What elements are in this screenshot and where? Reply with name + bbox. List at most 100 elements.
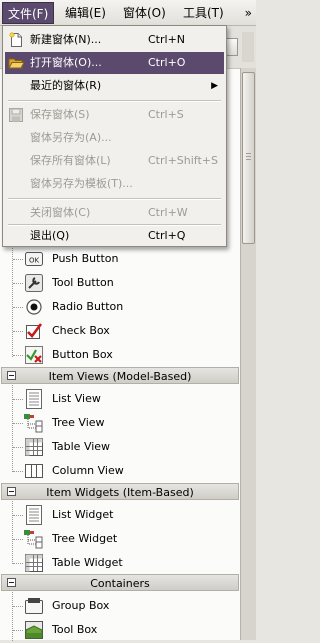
- menu-item-shortcut: Ctrl+O: [148, 56, 186, 69]
- widget-item-label: Group Box: [52, 599, 110, 612]
- menu-item-label: 退出(Q): [30, 229, 70, 242]
- widget-item-label: Button Box: [52, 348, 113, 361]
- tree-line: [13, 283, 23, 284]
- check-box-icon: [24, 321, 44, 341]
- menu-separator: [8, 198, 221, 200]
- widget-item-check-box[interactable]: Check Box: [24, 320, 224, 342]
- category-header-item-views[interactable]: Item Views (Model-Based): [1, 367, 239, 384]
- tree-line: [13, 307, 23, 308]
- widget-item-label: List View: [52, 392, 101, 405]
- column-view-icon: [24, 461, 44, 481]
- submenu-arrow-icon: ▶: [211, 81, 218, 91]
- button-box-icon: [24, 345, 44, 365]
- tree-line: [13, 471, 23, 472]
- category-header-containers[interactable]: Containers: [1, 574, 239, 591]
- widget-item-label: Check Box: [52, 324, 110, 337]
- tree-widget-icon: [24, 529, 44, 549]
- widget-item-label: Radio Button: [52, 300, 124, 313]
- tree-line: [13, 355, 23, 356]
- vertical-scrollbar[interactable]: [240, 68, 256, 640]
- tree-line: [13, 515, 23, 516]
- collapse-icon[interactable]: [7, 578, 16, 587]
- category-header-item-widgets[interactable]: Item Widgets (Item-Based): [1, 483, 239, 500]
- menu-item-shortcut: Ctrl+Shift+S: [148, 154, 218, 167]
- svg-text:OK: OK: [29, 257, 40, 265]
- tool-box-icon: [24, 620, 44, 640]
- widget-item-label: List Widget: [52, 508, 114, 521]
- menu-edit[interactable]: 编辑(E): [60, 2, 111, 24]
- tree-line: [13, 539, 23, 540]
- menu-item-shortcut: Ctrl+W: [148, 206, 188, 219]
- tree-line: [13, 423, 23, 424]
- collapse-icon[interactable]: [7, 371, 16, 380]
- widget-item-radio-button[interactable]: Radio Button: [24, 296, 224, 318]
- tree-line: [12, 592, 13, 641]
- menu-item-open-form[interactable]: 打开窗体(O)... Ctrl+O: [5, 52, 224, 74]
- menu-item-label: 保存所有窗体(L): [30, 154, 111, 167]
- widget-item-table-view[interactable]: Table View: [24, 436, 224, 458]
- widget-item-label: Tool Box: [52, 623, 98, 636]
- menu-item-label: 打开窗体(O)...: [30, 56, 102, 69]
- widget-item-button-box[interactable]: Button Box: [24, 344, 224, 366]
- tree-line: [12, 501, 13, 564]
- widget-item-label: Push Button: [52, 252, 119, 265]
- toolbar-scroll-area: [242, 32, 254, 62]
- save-icon: [8, 107, 24, 123]
- open-folder-icon: [8, 55, 25, 71]
- list-view-icon: [24, 389, 44, 409]
- menu-item-label: 窗体另存为(A)...: [30, 131, 112, 144]
- group-box-icon: [24, 596, 44, 616]
- widget-item-table-widget[interactable]: Table Widget: [24, 552, 224, 574]
- widget-item-label: Table View: [52, 440, 111, 453]
- table-widget-icon: [24, 553, 44, 573]
- list-widget-icon: [24, 505, 44, 525]
- menu-item-shortcut: Ctrl+Q: [148, 229, 186, 242]
- radio-button-icon: [24, 297, 44, 317]
- push-button-icon: OK: [24, 249, 44, 269]
- new-file-icon: [8, 32, 24, 48]
- tree-line: [13, 259, 23, 260]
- menu-item-label: 关闭窗体(C): [30, 206, 91, 219]
- widget-item-label: Column View: [52, 464, 124, 477]
- menu-overflow-button[interactable]: »: [245, 2, 252, 24]
- toolbar-combo-button[interactable]: [226, 38, 238, 56]
- menu-item-quit[interactable]: 退出(Q) Ctrl+Q: [5, 225, 224, 247]
- tree-line: [13, 563, 23, 564]
- widget-item-tool-button[interactable]: Tool Button: [24, 272, 224, 294]
- widget-item-group-box[interactable]: Group Box: [24, 595, 224, 617]
- tree-line: [12, 229, 13, 357]
- menu-item-new-form[interactable]: 新建窗体(N)... Ctrl+N: [5, 29, 224, 51]
- widget-item-push-button[interactable]: OK Push Button: [24, 248, 224, 270]
- category-title: Item Widgets (Item-Based): [46, 486, 194, 499]
- widget-item-tree-widget[interactable]: Tree Widget: [24, 528, 224, 550]
- widget-item-tree-view[interactable]: Tree View: [24, 412, 224, 434]
- widget-item-column-view[interactable]: Column View: [24, 460, 224, 482]
- collapse-icon[interactable]: [7, 487, 16, 496]
- menu-item-recent-forms[interactable]: 最近的窗体(R) ▶: [5, 75, 224, 97]
- menu-item-save-form[interactable]: 保存窗体(S) Ctrl+S: [5, 104, 224, 126]
- tool-button-icon: [24, 273, 44, 293]
- scrollbar-thumb[interactable]: [242, 72, 255, 244]
- widget-item-list-view[interactable]: List View: [24, 388, 224, 410]
- menu-tools[interactable]: 工具(T): [178, 2, 229, 24]
- menu-form[interactable]: 窗体(O): [118, 2, 171, 24]
- widget-item-list-widget[interactable]: List Widget: [24, 504, 224, 526]
- menu-item-label: 窗体另存为模板(T)...: [30, 177, 133, 190]
- tree-line: [13, 606, 23, 607]
- widget-item-label: Table Widget: [52, 556, 123, 569]
- menu-item-save-form-as[interactable]: 窗体另存为(A)...: [5, 127, 224, 149]
- menu-item-shortcut: Ctrl+N: [148, 33, 186, 46]
- menu-item-save-as-template[interactable]: 窗体另存为模板(T)...: [5, 173, 224, 195]
- tree-line: [13, 447, 23, 448]
- widget-item-tool-box[interactable]: Tool Box: [24, 619, 224, 641]
- menu-item-shortcut: Ctrl+S: [148, 108, 184, 121]
- widget-item-label: Tree View: [52, 416, 105, 429]
- menu-item-save-all-forms[interactable]: 保存所有窗体(L) Ctrl+Shift+S: [5, 150, 224, 172]
- menu-file[interactable]: 文件(F): [2, 2, 55, 24]
- tree-line: [13, 630, 23, 631]
- menu-item-close-form[interactable]: 关闭窗体(C) Ctrl+W: [5, 202, 224, 224]
- menu-bar: 文件(F) 编辑(E) 窗体(O) 工具(T) »: [0, 0, 256, 26]
- table-view-icon: [24, 437, 44, 457]
- menu-item-label: 保存窗体(S): [30, 108, 90, 121]
- menu-item-label: 新建窗体(N)...: [30, 33, 102, 46]
